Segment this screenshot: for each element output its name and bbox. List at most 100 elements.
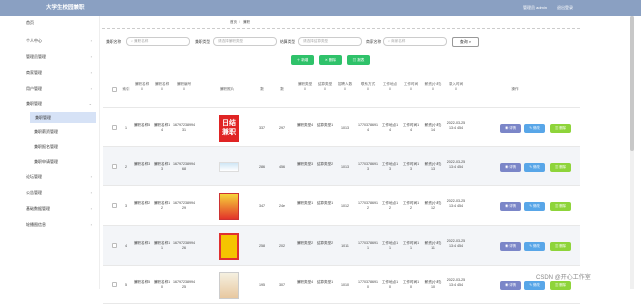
delete-row-button[interactable]: ▥ 删除 bbox=[550, 242, 571, 251]
search-input-merchant[interactable]: ⌕ 商家名称 bbox=[383, 37, 447, 46]
th-salary[interactable]: 薪资(小时) ⇕ bbox=[424, 82, 442, 92]
chevron-right-icon: › bbox=[90, 174, 92, 179]
cell-salary: 薪资(小时)12 bbox=[424, 201, 442, 210]
chevron-right-icon: › bbox=[90, 54, 92, 59]
sidebar-item-admins[interactable]: 管理员管理 › bbox=[26, 54, 96, 60]
th-count[interactable]: 招聘人数 ⇕ bbox=[336, 82, 354, 92]
cell-type: 兼职类型4 bbox=[296, 280, 314, 284]
sidebar-sub-apply[interactable]: 兼职申请管理 bbox=[34, 159, 58, 165]
th-name2[interactable]: 兼职名称 ⇕ bbox=[153, 82, 171, 92]
th-col-b[interactable]: 数 bbox=[276, 87, 288, 92]
sidebar-sub-salary[interactable]: 兼职薪资管理 bbox=[34, 129, 58, 135]
th-settle[interactable]: 结算类型 ⇕ bbox=[316, 82, 334, 92]
cell-salary: 薪资(小时)11 bbox=[424, 241, 442, 250]
detail-button[interactable]: ◉ 详情 bbox=[500, 202, 521, 211]
row-checkbox[interactable] bbox=[112, 243, 117, 248]
delete-row-button[interactable]: ▥ 删除 bbox=[550, 163, 571, 172]
breadcrumb-current: 兼职 bbox=[243, 20, 250, 24]
chevron-right-icon: › bbox=[90, 190, 92, 195]
row-checkbox[interactable] bbox=[112, 164, 117, 169]
scrollbar-thumb[interactable] bbox=[630, 16, 634, 151]
edit-button[interactable]: ✎ 修改 bbox=[524, 163, 545, 172]
cell-name: 兼职名称3 bbox=[133, 162, 151, 166]
sidebar: 首页 个人中心 › 管理员管理 › 商家管理 › 用户管理 › 兼职管理 ⌄ 兼职管理 兼… bbox=[23, 16, 100, 289]
cell-name2: 兼职名称14 bbox=[153, 123, 171, 132]
sidebar-item-jobs[interactable]: 兼职管理 ⌄ bbox=[26, 101, 96, 107]
cell-type: 兼职类型3 bbox=[296, 162, 314, 166]
row-checkbox[interactable] bbox=[112, 203, 117, 208]
cell-date: 2022-03-25 13:4 454 bbox=[446, 198, 466, 208]
detail-button[interactable]: ◉ 详情 bbox=[500, 242, 521, 251]
search-select-settle[interactable]: 请选择结算类型 bbox=[298, 37, 362, 46]
search-label-settle: 结算类型 bbox=[280, 40, 296, 44]
cell-phone: 17703786914 bbox=[358, 123, 378, 132]
cell-settle: 结算类型1 bbox=[316, 201, 334, 205]
sidebar-sub-signup[interactable]: 兼职报名管理 bbox=[34, 144, 58, 150]
cell-name: 兼职名称5 bbox=[133, 123, 151, 127]
job-photo[interactable] bbox=[219, 272, 239, 299]
edit-button[interactable]: ✎ 修改 bbox=[524, 242, 545, 251]
cell-settle: 结算类型2 bbox=[316, 162, 334, 166]
delete-button[interactable]: ✕ 删除 bbox=[319, 55, 342, 65]
th-name[interactable]: 兼职名称 ⇕ bbox=[133, 82, 151, 92]
cell-settle: 结算类型2 bbox=[316, 241, 334, 245]
job-photo[interactable] bbox=[219, 193, 239, 220]
sidebar-item-jobs-active[interactable]: 兼职管理 bbox=[30, 112, 96, 123]
edit-button[interactable]: ✎ 修改 bbox=[524, 124, 545, 133]
cell-name: 兼职名称1 bbox=[133, 241, 151, 245]
watermark: CSDN @开心工作室 bbox=[536, 275, 591, 281]
cell-phone: 17703786912 bbox=[358, 201, 378, 210]
cell-type: 兼职类型4 bbox=[296, 123, 314, 127]
th-place[interactable]: 工作地点 ⇕ bbox=[381, 82, 399, 92]
select-all-checkbox[interactable] bbox=[112, 87, 117, 92]
breadcrumb-home[interactable]: 首页 bbox=[230, 20, 237, 25]
th-date[interactable]: 录入时间 ⇕ bbox=[446, 82, 466, 92]
sidebar-item-basedata[interactable]: 基础数据管理 › bbox=[26, 206, 96, 212]
cell-col-b: 24e bbox=[279, 203, 285, 208]
cell-time: 工作时间13 bbox=[402, 162, 420, 171]
th-time[interactable]: 工作时间 ⇕ bbox=[402, 82, 420, 92]
edit-button[interactable]: ✎ 修改 bbox=[524, 202, 545, 211]
logout-link[interactable]: 退出登录 bbox=[557, 5, 573, 11]
sidebar-item-notice[interactable]: 公告管理 › bbox=[26, 190, 96, 196]
cell-type: 兼职类型1 bbox=[296, 201, 314, 205]
th-code[interactable]: 兼职编号 ⇕ bbox=[173, 82, 195, 92]
detail-button[interactable]: ◉ 详情 bbox=[500, 163, 521, 172]
th-type[interactable]: 兼职类型 ⇕ bbox=[296, 82, 314, 92]
cell-settle: 结算类型1 bbox=[316, 280, 334, 284]
cell-place: 工作地点13 bbox=[381, 162, 399, 171]
breadcrumb-separator: / bbox=[239, 20, 240, 24]
chevron-right-icon: › bbox=[90, 38, 92, 43]
main-content: 首页 / 兼职 兼职名称 ⌕ 兼职名称 兼职类型 请选择兼职类型 结算类型 请选… bbox=[100, 16, 580, 304]
add-button[interactable]: ＋ 新增 bbox=[291, 55, 314, 65]
row-checkbox[interactable] bbox=[112, 125, 117, 130]
th-actions: 操作 bbox=[511, 87, 519, 91]
row-checkbox[interactable] bbox=[112, 282, 117, 287]
sidebar-item-merchants[interactable]: 商家管理 › bbox=[26, 70, 96, 76]
cell-col-a: 286 bbox=[259, 164, 265, 169]
sidebar-item-users[interactable]: 用户管理 › bbox=[26, 86, 96, 92]
sidebar-item-profile[interactable]: 个人中心 › bbox=[26, 38, 96, 44]
detail-button[interactable]: ◉ 详情 bbox=[500, 124, 521, 133]
delete-row-button[interactable]: ▥ 删除 bbox=[550, 202, 571, 211]
cell-col-b: 456 bbox=[279, 164, 285, 169]
sidebar-item-forum[interactable]: 论坛管理 › bbox=[26, 174, 96, 180]
job-photo[interactable]: 日结 兼职 bbox=[219, 115, 239, 142]
cell-code: 1679723899429 bbox=[173, 201, 195, 210]
cell-salary: 薪资(小时)13 bbox=[424, 162, 442, 171]
cell-count: 1011 bbox=[341, 243, 349, 248]
scrollbar[interactable] bbox=[630, 16, 634, 289]
sidebar-item-carousel[interactable]: 轮播图信息 › bbox=[26, 222, 96, 228]
cell-count: 1013 bbox=[341, 164, 349, 169]
sidebar-item-home[interactable]: 首页 bbox=[26, 20, 96, 26]
report-button[interactable]: ▤ 报表 bbox=[347, 55, 370, 65]
job-photo[interactable] bbox=[219, 233, 239, 260]
th-phone[interactable]: 联系方式 ⇕ bbox=[358, 82, 378, 92]
th-col-a[interactable]: 数 bbox=[256, 87, 268, 92]
delete-row-button[interactable]: ▥ 删除 bbox=[550, 124, 571, 133]
job-photo[interactable] bbox=[219, 162, 239, 172]
search-select-type[interactable]: 请选择兼职类型 bbox=[213, 37, 277, 46]
search-input-name[interactable]: ⌕ 兼职名称 bbox=[126, 37, 190, 46]
search-button[interactable]: 查询 ⌕ bbox=[452, 37, 479, 47]
cell-name2: 兼职名称11 bbox=[153, 241, 171, 250]
